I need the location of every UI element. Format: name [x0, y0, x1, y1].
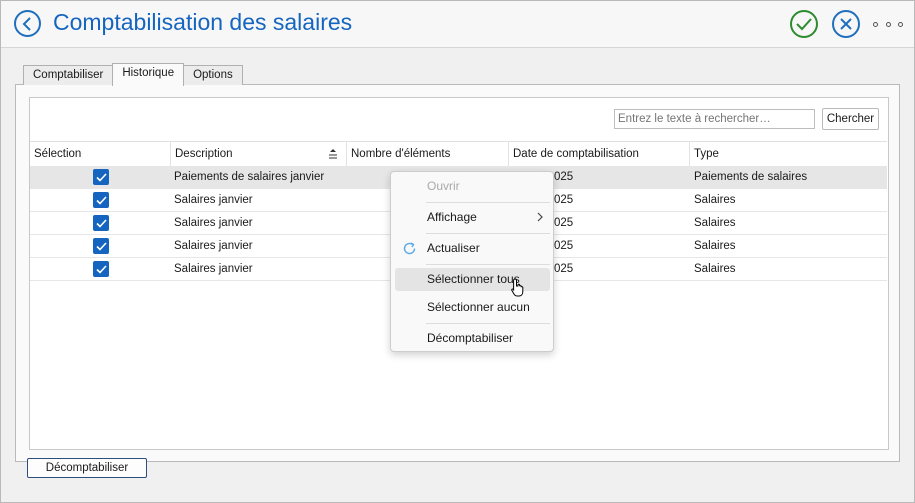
- cell-type: Paiements de salaires: [694, 171, 808, 183]
- menu-item-label: Actualiser: [427, 241, 480, 255]
- check-icon: [95, 172, 107, 182]
- page-title: Comptabilisation des salaires: [53, 9, 353, 35]
- row-checkbox[interactable]: [93, 261, 109, 277]
- search-button[interactable]: Chercher: [822, 108, 879, 130]
- column-header-type[interactable]: Type: [690, 142, 887, 166]
- tab-options[interactable]: Options: [183, 65, 243, 85]
- menu-item-select-all[interactable]: Sélectionner tous: [395, 268, 550, 291]
- sort-ascending-icon: [329, 149, 337, 159]
- table-header: Sélection Description Nombre d'éléments …: [30, 141, 887, 167]
- cell-description: Salaires janvier: [174, 240, 253, 252]
- cell-type: Salaires: [694, 217, 736, 229]
- menu-item-select-none[interactable]: Sélectionner aucun: [395, 296, 550, 319]
- cell-date: 025: [554, 263, 574, 275]
- menu-item-uncommit[interactable]: Décomptabiliser: [395, 327, 550, 350]
- column-header-selection[interactable]: Sélection: [30, 142, 171, 166]
- cancel-button[interactable]: [832, 10, 860, 38]
- cell-description: Paiements de salaires janvier: [174, 171, 325, 183]
- chevron-left-icon: [22, 16, 31, 31]
- tab-historique[interactable]: Historique: [112, 63, 185, 86]
- more-options-button[interactable]: [873, 15, 903, 33]
- check-icon: [95, 264, 107, 274]
- chevron-right-icon: [537, 212, 543, 222]
- refresh-icon: [403, 242, 416, 255]
- context-menu: Ouvrir Affichage Actualiser Sélectionner…: [390, 171, 554, 352]
- menu-separator: [426, 323, 550, 324]
- cell-date: 025: [554, 240, 574, 252]
- column-header-label: Description: [175, 148, 233, 160]
- tab-strip: Comptabiliser Historique Options: [23, 63, 243, 86]
- cell-type: Salaires: [694, 263, 736, 275]
- column-header-description[interactable]: Description: [171, 142, 347, 166]
- menu-item-open[interactable]: Ouvrir: [395, 175, 550, 198]
- column-header-date[interactable]: Date de comptabilisation: [509, 142, 690, 166]
- cell-date: 025: [554, 217, 574, 229]
- cell-date: 025: [554, 171, 574, 183]
- dot-icon: [885, 21, 891, 27]
- confirm-button[interactable]: [790, 10, 818, 38]
- menu-separator: [426, 233, 550, 234]
- row-checkbox[interactable]: [93, 169, 109, 185]
- menu-item-view[interactable]: Affichage: [395, 206, 550, 229]
- back-button[interactable]: [14, 10, 41, 37]
- cell-description: Salaires janvier: [174, 217, 253, 229]
- dot-icon: [873, 21, 878, 27]
- cell-description: Salaires janvier: [174, 194, 253, 206]
- row-checkbox[interactable]: [93, 215, 109, 231]
- row-checkbox[interactable]: [93, 192, 109, 208]
- uncommit-button[interactable]: Décomptabiliser: [27, 458, 147, 478]
- app-window: Comptabilisation des salaires Comptabili…: [0, 0, 915, 503]
- menu-item-refresh[interactable]: Actualiser: [395, 237, 550, 260]
- check-icon: [796, 18, 812, 31]
- title-bar: Comptabilisation des salaires: [1, 1, 914, 48]
- search-input[interactable]: [614, 109, 815, 129]
- cell-type: Salaires: [694, 240, 736, 252]
- cell-description: Salaires janvier: [174, 263, 253, 275]
- cell-type: Salaires: [694, 194, 736, 206]
- hand-cursor-icon: [511, 278, 524, 297]
- check-icon: [95, 218, 107, 228]
- tab-comptabiliser[interactable]: Comptabiliser: [23, 65, 114, 85]
- row-checkbox[interactable]: [93, 238, 109, 254]
- column-header-count[interactable]: Nombre d'éléments: [347, 142, 509, 166]
- menu-separator: [426, 264, 550, 265]
- check-icon: [95, 195, 107, 205]
- check-icon: [95, 241, 107, 251]
- close-icon: [840, 18, 852, 30]
- dot-icon: [898, 21, 903, 27]
- menu-item-label: Affichage: [427, 210, 477, 224]
- cell-date: 025: [554, 194, 574, 206]
- menu-separator: [426, 202, 550, 203]
